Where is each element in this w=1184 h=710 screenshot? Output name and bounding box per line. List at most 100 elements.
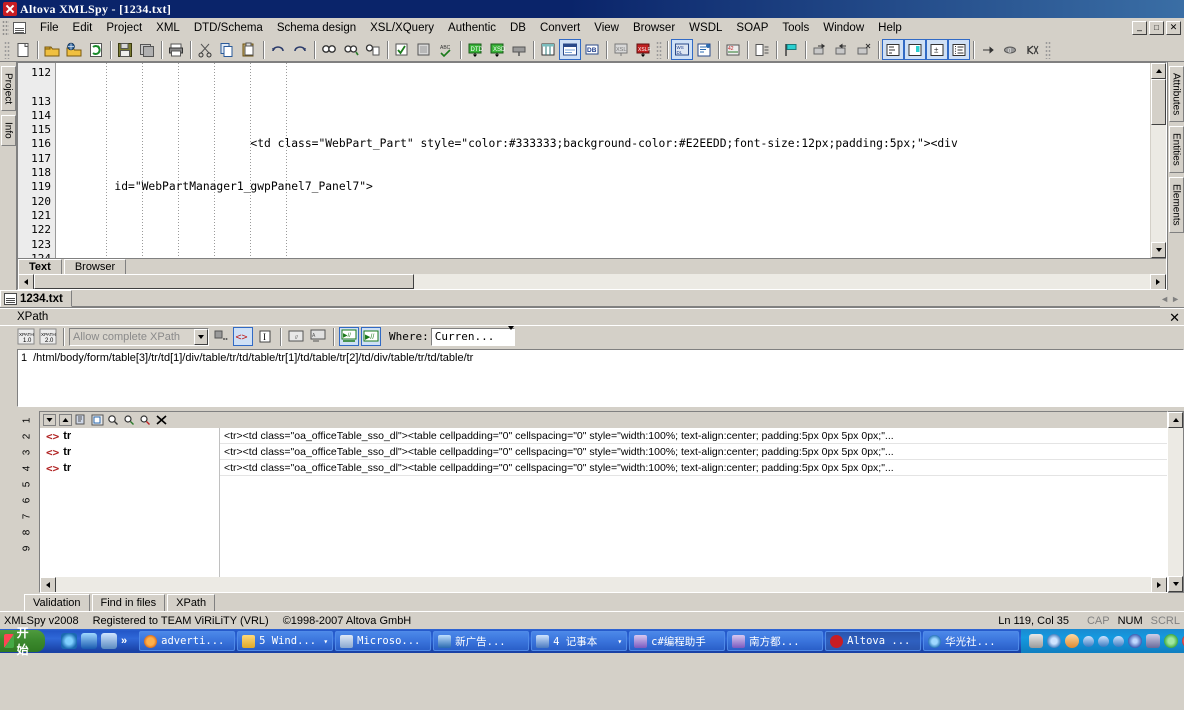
result-index[interactable]: 7 — [22, 513, 33, 519]
result-node-value[interactable]: <tr><td class="oa_officeTable_sso_dl"><t… — [220, 460, 1167, 476]
grid-view-icon[interactable] — [537, 39, 559, 60]
side-tab-elements[interactable]: Elements — [1168, 177, 1184, 233]
database-icon[interactable]: DB — [581, 39, 603, 60]
chevron-down-icon[interactable] — [194, 328, 208, 345]
redo-icon[interactable] — [289, 39, 311, 60]
find-next-icon[interactable] — [138, 413, 153, 427]
text-view-icon[interactable] — [559, 39, 581, 60]
xpath-1.0-icon[interactable]: XPATH 1.0 — [16, 327, 36, 346]
validate-icon[interactable] — [413, 39, 435, 60]
copy-all-icon[interactable] — [90, 413, 105, 427]
menu-item-browser[interactable]: Browser — [626, 20, 682, 36]
tab-browser[interactable]: Browser — [63, 259, 127, 274]
spelling-icon[interactable]: ABC — [435, 39, 457, 60]
scroll-down-button[interactable] — [1168, 576, 1183, 592]
xslfo-transform-icon[interactable]: XSLFO — [632, 39, 654, 60]
flag-icon[interactable] — [780, 39, 802, 60]
paste-icon[interactable] — [238, 39, 260, 60]
hscroll-track[interactable] — [56, 577, 1151, 592]
remove-indent-icon[interactable] — [853, 39, 875, 60]
menu-item-project[interactable]: Project — [99, 20, 149, 36]
open-file-icon[interactable] — [41, 39, 63, 60]
menu-item-wsdl[interactable]: WSDL — [682, 20, 729, 36]
taskbar-item-huaguangshe[interactable]: 华光社... — [923, 631, 1020, 651]
menu-item-dtd-schema[interactable]: DTD/Schema — [187, 20, 270, 36]
save-icon[interactable] — [114, 39, 136, 60]
indent-right-icon[interactable] — [809, 39, 831, 60]
where-combo[interactable]: Curren... — [430, 326, 515, 346]
result-index[interactable]: 3 — [22, 449, 33, 455]
update-icon[interactable] — [1164, 634, 1179, 648]
assign-schema-icon[interactable]: XSD — [486, 39, 508, 60]
result-node-value[interactable]: <tr><td class="oa_officeTable_sso_dl"><t… — [220, 444, 1167, 460]
qq-small-icon-3[interactable] — [1113, 635, 1125, 647]
assign-dtd-icon[interactable]: DTD — [464, 39, 486, 60]
toolbar-grip-2[interactable] — [656, 40, 662, 59]
side-tab-entities[interactable]: Entities — [1168, 126, 1184, 174]
menu-item-help[interactable]: Help — [871, 20, 909, 36]
xpath-mode-combo[interactable]: Allow complete XPath — [69, 327, 209, 346]
scroll-right-button[interactable] — [1150, 274, 1166, 289]
hscroll-track[interactable] — [414, 274, 1150, 289]
taskbar-item-adverti[interactable]: adverti... — [139, 631, 236, 651]
tab-validation[interactable]: Validation — [24, 594, 90, 611]
evaluate-step-icon[interactable]: ▶// — [361, 327, 381, 346]
doc-compare-icon[interactable] — [751, 39, 773, 60]
copy-icon[interactable] — [74, 413, 89, 427]
move-down-icon[interactable] — [42, 413, 57, 427]
wsdl-icon[interactable]: WS DL — [671, 39, 693, 60]
window-restore-button[interactable]: □ — [1149, 20, 1164, 35]
xbrl-icon[interactable]: 42 — [722, 39, 744, 60]
scroll-down-button[interactable] — [1151, 242, 1166, 258]
scroll-right-button[interactable] — [1151, 577, 1167, 592]
step-into-icon[interactable] — [977, 39, 999, 60]
toolbar-grip-1[interactable] — [4, 40, 10, 59]
print-icon[interactable] — [165, 39, 187, 60]
start-button[interactable]: 开始 — [0, 626, 46, 657]
copy-icon[interactable] — [216, 39, 238, 60]
stop-icon[interactable] — [1021, 39, 1043, 60]
save-all-icon[interactable] — [136, 39, 158, 60]
window-minimize-button[interactable]: – — [1132, 20, 1147, 35]
result-horizontal-scrollbar[interactable] — [40, 577, 1167, 592]
menu-item-authentic[interactable]: Authentic — [441, 20, 503, 36]
scroll-up-button[interactable] — [1168, 412, 1183, 428]
goto-definition-icon[interactable] — [508, 39, 530, 60]
menu-item-file[interactable]: File — [33, 20, 66, 36]
scroll-track[interactable] — [1168, 428, 1183, 576]
internet-explorer-icon[interactable] — [61, 633, 78, 649]
tab-xpath[interactable]: XPath — [167, 594, 216, 611]
document-tab-1234[interactable]: 1234.txt — [0, 290, 72, 307]
printer-icon[interactable] — [1029, 634, 1044, 648]
qq-small-icon[interactable] — [1083, 635, 1095, 647]
taskbar-item-csharp-helper[interactable]: c#编程助手 — [629, 631, 726, 651]
scroll-up-button[interactable] — [1151, 63, 1166, 79]
line-numbers-icon[interactable] — [948, 39, 970, 60]
undo-icon[interactable] — [267, 39, 289, 60]
menu-item-window[interactable]: Window — [816, 20, 871, 36]
find-icon[interactable] — [106, 413, 121, 427]
result-node-value[interactable]: <tr><td class="oa_officeTable_sso_dl"><t… — [220, 428, 1167, 444]
side-tab-project[interactable]: Project — [0, 66, 16, 112]
word-wrap-icon[interactable] — [882, 39, 904, 60]
result-index[interactable]: 4 — [22, 465, 33, 471]
find-icon[interactable] — [318, 39, 340, 60]
result-index[interactable]: 6 — [22, 497, 33, 503]
toolbar-grip-3[interactable] — [1045, 40, 1051, 59]
result-index[interactable]: 5 — [22, 481, 33, 487]
result-vertical-scrollbar[interactable] — [1168, 411, 1184, 593]
clear-icon[interactable] — [154, 413, 169, 427]
scroll-thumb[interactable] — [1151, 79, 1166, 125]
new-file-icon[interactable] — [12, 39, 34, 60]
find-next-icon[interactable] — [340, 39, 362, 60]
help-icon[interactable] — [1047, 634, 1062, 648]
taskbar-item-nanfangdu[interactable]: 南方都... — [727, 631, 824, 651]
qq-small-icon-2[interactable] — [1098, 635, 1110, 647]
copy-xml-icon[interactable]: // — [286, 327, 306, 346]
taskbar-item-xinguanggao[interactable]: 新广告... — [433, 631, 530, 651]
menubar-grip[interactable] — [2, 19, 9, 36]
quick-launch-overflow[interactable]: » — [121, 635, 127, 647]
menu-item-view[interactable]: View — [587, 20, 626, 36]
table-row[interactable]: <> tr — [40, 428, 219, 444]
result-grid-body[interactable]: <> tr <> tr <> tr <tr><td class="oa_offi… — [40, 428, 1167, 577]
